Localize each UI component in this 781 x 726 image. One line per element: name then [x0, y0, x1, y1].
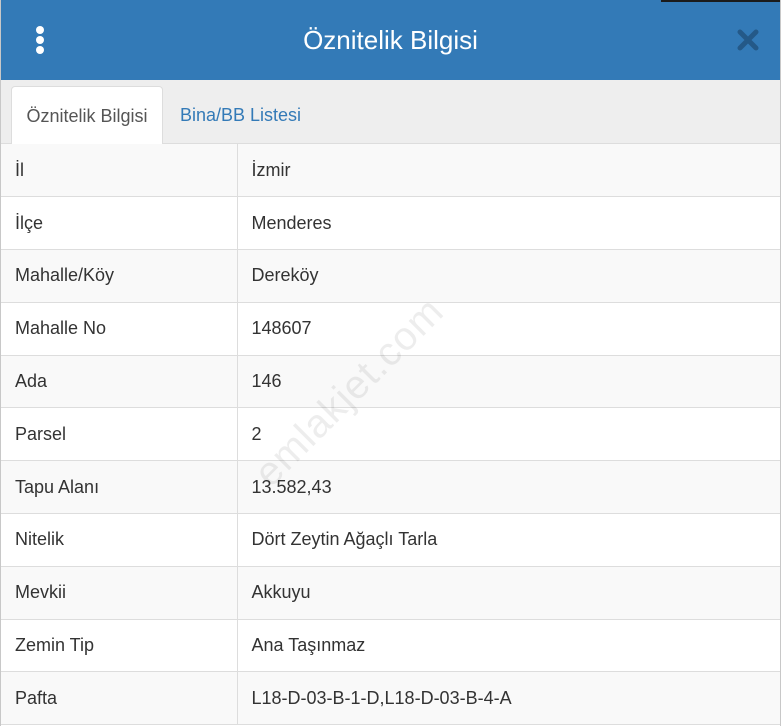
tab-building-list[interactable]: Bina/BB Listesi [168, 86, 313, 144]
attribute-key: Ada [1, 355, 238, 409]
attribute-key: Nitelik [1, 513, 238, 567]
table-row: Nitelik Dört Zeytin Ağaçlı Tarla [1, 513, 780, 567]
attribute-key: Mevkii [1, 566, 238, 620]
attribute-key: Pafta [1, 671, 238, 726]
table-row: Mevkii Akkuyu [1, 566, 780, 620]
tab-attribute-info[interactable]: Öznitelik Bilgisi [11, 86, 163, 145]
top-strip [661, 0, 780, 2]
attribute-table: İl İzmir İlçe Menderes Mahalle/Köy Dereköy Mah… [1, 144, 780, 726]
table-row: Mahalle/Köy Dereköy [1, 249, 780, 303]
attribute-value: Menderes [237, 196, 780, 251]
table-row: Zemin Tip Ana Taşınmaz [1, 619, 780, 673]
attribute-key: Zemin Tip [1, 619, 238, 673]
attribute-dialog: Öznitelik Bilgisi Öznitelik Bilgisi Bina… [0, 0, 781, 726]
attribute-value: 13.582,43 [237, 460, 780, 515]
attribute-value: 146 [237, 355, 780, 409]
attribute-value: Dört Zeytin Ağaçlı Tarla [237, 513, 780, 567]
dialog-header: Öznitelik Bilgisi [1, 0, 780, 80]
table-row: Mahalle No 148607 [1, 302, 780, 356]
attribute-value: 2 [237, 407, 780, 462]
attribute-table-container: İl İzmir İlçe Menderes Mahalle/Köy Dereköy Mah… [1, 144, 780, 726]
attribute-key: Parsel [1, 407, 238, 462]
dialog-title: Öznitelik Bilgisi [303, 25, 478, 55]
attribute-key: Tapu Alanı [1, 460, 238, 515]
attribute-value: İzmir [237, 144, 780, 198]
table-row: Tapu Alanı 13.582,43 [1, 460, 780, 515]
attribute-key: İlçe [1, 196, 238, 251]
attribute-key: Mahalle No [1, 302, 238, 356]
table-row: Parsel 2 [1, 407, 780, 462]
attribute-value: L18-D-03-B-1-D,L18-D-03-B-4-A [237, 671, 780, 726]
attribute-value: Dereköy [237, 249, 780, 303]
attribute-key: İl [1, 144, 238, 198]
tab-bar: Öznitelik Bilgisi Bina/BB Listesi [1, 80, 780, 145]
close-icon[interactable] [736, 28, 760, 52]
table-row: Ada 146 [1, 355, 780, 409]
table-row: İlçe Menderes [1, 196, 780, 251]
attribute-key: Mahalle/Köy [1, 249, 238, 303]
attribute-value: Ana Taşınmaz [237, 619, 780, 673]
attribute-value: 148607 [237, 302, 780, 356]
table-row: İl İzmir [1, 144, 780, 198]
attribute-value: Akkuyu [237, 566, 780, 620]
table-row: Pafta L18-D-03-B-1-D,L18-D-03-B-4-A [1, 671, 780, 726]
